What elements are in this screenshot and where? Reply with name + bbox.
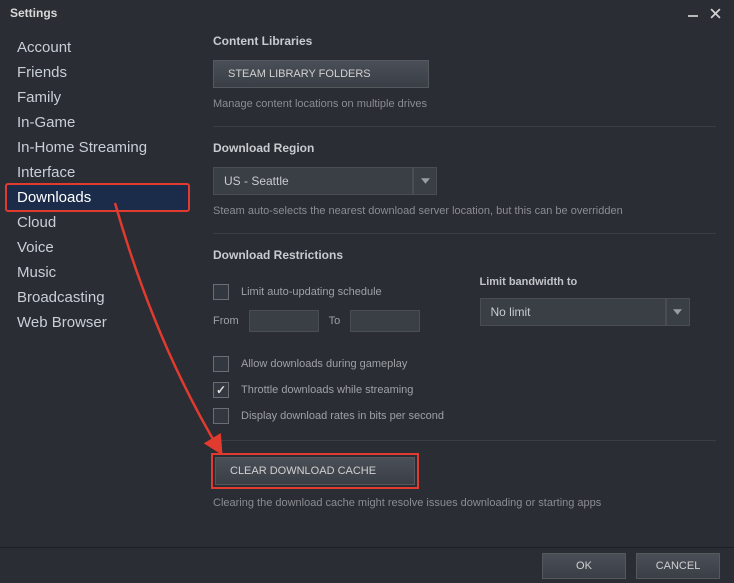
allow-gameplay-downloads-checkbox[interactable] <box>213 356 229 372</box>
bandwidth-limit-select[interactable]: No limit <box>480 298 717 326</box>
schedule-to-input[interactable] <box>350 310 420 332</box>
cancel-button[interactable]: CANCEL <box>636 553 720 579</box>
divider <box>213 233 716 234</box>
sidebar-item-family[interactable]: Family <box>7 85 188 110</box>
throttle-streaming-label: Throttle downloads while streaming <box>241 384 413 396</box>
clear-cache-highlight: CLEAR DOWNLOAD CACHE <box>213 455 417 487</box>
from-label: From <box>213 315 239 327</box>
sidebar-item-web-browser[interactable]: Web Browser <box>7 310 188 335</box>
chevron-down-icon <box>413 167 437 195</box>
clear-download-cache-button[interactable]: CLEAR DOWNLOAD CACHE <box>215 457 415 485</box>
sidebar-item-in-home-streaming[interactable]: In-Home Streaming <box>7 135 188 160</box>
sidebar-item-friends[interactable]: Friends <box>7 60 188 85</box>
download-region-value: US - Seattle <box>213 167 413 195</box>
bandwidth-limit-value: No limit <box>480 298 666 326</box>
sidebar-item-broadcasting[interactable]: Broadcasting <box>7 285 188 310</box>
minimize-button[interactable] <box>682 4 704 22</box>
ok-button[interactable]: OK <box>542 553 626 579</box>
dialog-footer: OK CANCEL <box>0 547 734 583</box>
display-bits-label: Display download rates in bits per secon… <box>241 410 444 422</box>
content-libraries-title: Content Libraries <box>213 34 716 48</box>
download-region-select[interactable]: US - Seattle <box>213 167 716 195</box>
throttle-streaming-checkbox[interactable] <box>213 382 229 398</box>
settings-sidebar: Account Friends Family In-Game In-Home S… <box>0 26 195 546</box>
clear-cache-help-text: Clearing the download cache might resolv… <box>213 497 716 509</box>
titlebar: Settings <box>0 0 734 26</box>
allow-gameplay-downloads-label: Allow downloads during gameplay <box>241 358 407 370</box>
divider <box>213 126 716 127</box>
content-area: Account Friends Family In-Game In-Home S… <box>0 26 734 546</box>
sidebar-item-interface[interactable]: Interface <box>7 160 188 185</box>
sidebar-item-cloud[interactable]: Cloud <box>7 210 188 235</box>
sidebar-item-downloads[interactable]: Downloads <box>7 185 188 210</box>
close-button[interactable] <box>704 4 726 22</box>
limit-bandwidth-title: Limit bandwidth to <box>480 276 717 288</box>
chevron-down-icon <box>666 298 690 326</box>
schedule-from-input[interactable] <box>249 310 319 332</box>
download-region-title: Download Region <box>213 141 716 155</box>
window-title: Settings <box>10 6 682 20</box>
divider <box>213 440 716 441</box>
sidebar-item-music[interactable]: Music <box>7 260 188 285</box>
region-help-text: Steam auto-selects the nearest download … <box>213 205 716 217</box>
download-restrictions-title: Download Restrictions <box>213 248 716 262</box>
to-label: To <box>329 315 341 327</box>
sidebar-item-account[interactable]: Account <box>7 35 188 60</box>
display-bits-checkbox[interactable] <box>213 408 229 424</box>
limit-schedule-label: Limit auto-updating schedule <box>241 286 382 298</box>
library-help-text: Manage content locations on multiple dri… <box>213 98 716 110</box>
settings-panel: Content Libraries STEAM LIBRARY FOLDERS … <box>195 26 734 546</box>
sidebar-item-in-game[interactable]: In-Game <box>7 110 188 135</box>
limit-schedule-checkbox[interactable] <box>213 284 229 300</box>
sidebar-item-voice[interactable]: Voice <box>7 235 188 260</box>
steam-library-folders-button[interactable]: STEAM LIBRARY FOLDERS <box>213 60 429 88</box>
